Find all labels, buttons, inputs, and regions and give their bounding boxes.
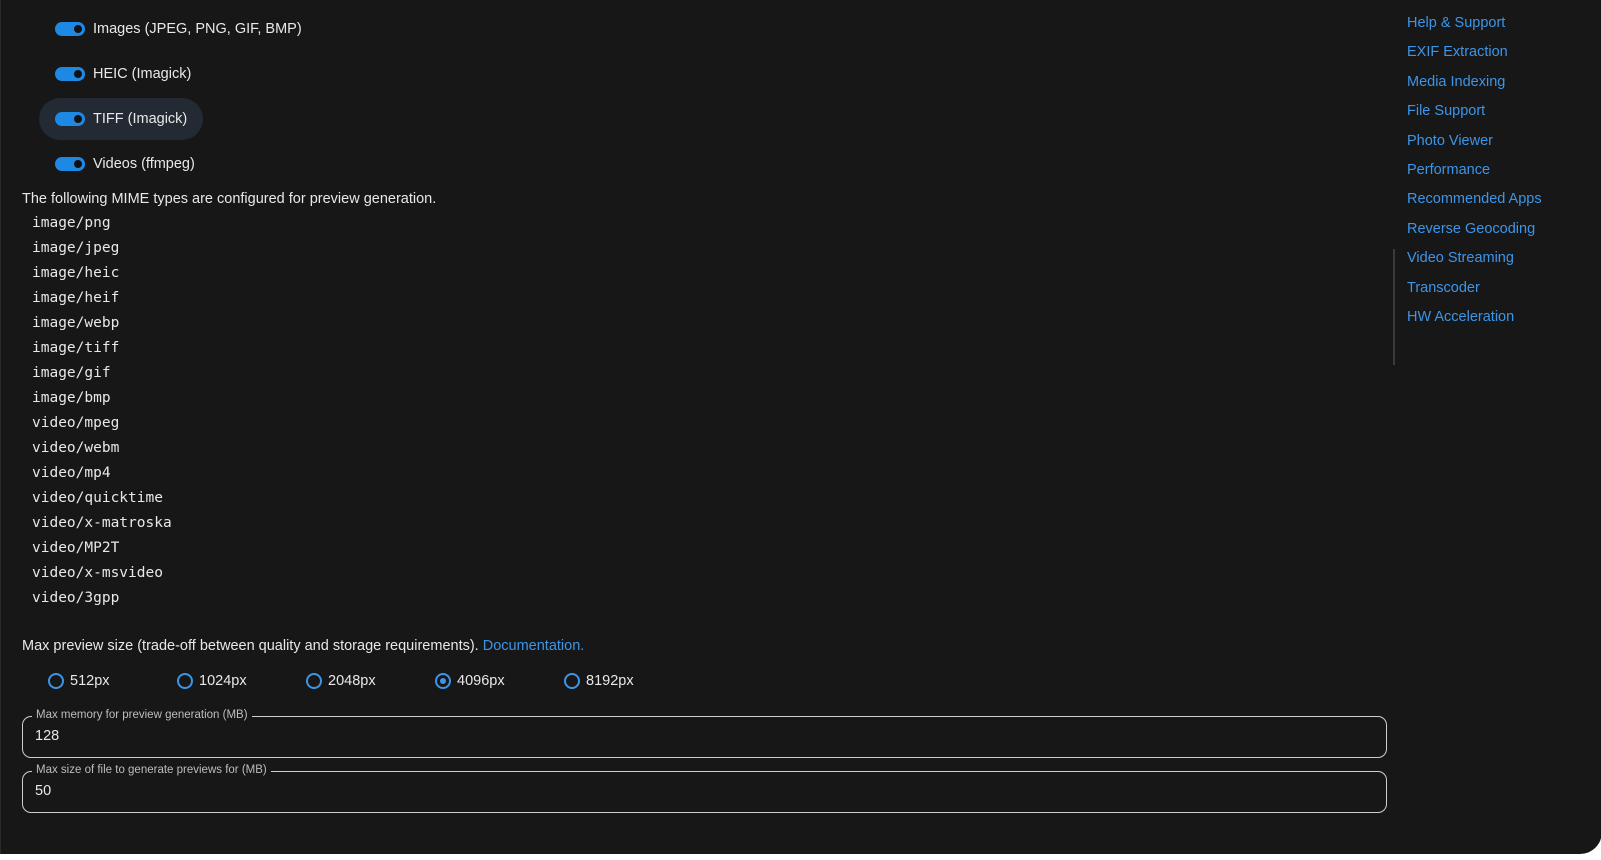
switch-on-icon[interactable] bbox=[55, 22, 85, 36]
list-item: image/heif bbox=[32, 290, 120, 306]
toc-link-photo-viewer[interactable]: Photo Viewer bbox=[1407, 127, 1593, 156]
toggle-images[interactable]: Images (JPEG, PNG, GIF, BMP) bbox=[39, 8, 318, 50]
toc-link-media-indexing[interactable]: Media Indexing bbox=[1407, 68, 1593, 97]
radio-unchecked-icon[interactable] bbox=[48, 673, 64, 689]
toggle-label: Videos (ffmpeg) bbox=[93, 156, 195, 172]
radio-label: 2048px bbox=[328, 673, 376, 689]
list-item: image/heic bbox=[32, 265, 120, 281]
toc-link-recommended-apps[interactable]: Recommended Apps bbox=[1407, 185, 1593, 214]
toc-link-exif-extraction[interactable]: EXIF Extraction bbox=[1407, 38, 1593, 67]
preview-size-text: Max preview size (trade-off between qual… bbox=[22, 638, 479, 654]
toc-link-help-support[interactable]: Help & Support bbox=[1407, 9, 1593, 38]
list-item: video/x-msvideo bbox=[32, 565, 163, 581]
toc-link-hw-acceleration[interactable]: HW Acceleration bbox=[1407, 303, 1593, 332]
toggle-label: HEIC (Imagick) bbox=[93, 66, 192, 82]
list-item: video/webm bbox=[32, 440, 120, 456]
toggle-tiff[interactable]: TIFF (Imagick) bbox=[39, 98, 204, 140]
max-memory-field: Max memory for preview generation (MB) bbox=[22, 709, 1387, 758]
list-item: image/bmp bbox=[32, 390, 111, 406]
list-item: video/3gpp bbox=[32, 590, 120, 606]
mime-type-list: image/png image/jpeg image/heic image/he… bbox=[32, 213, 172, 613]
radio-label: 8192px bbox=[586, 673, 634, 689]
radio-unchecked-icon[interactable] bbox=[564, 673, 580, 689]
table-of-contents: Help & Support EXIF Extraction Media Ind… bbox=[1393, 9, 1593, 365]
field-label: Max memory for preview generation (MB) bbox=[32, 709, 252, 721]
radio-unchecked-icon[interactable] bbox=[306, 673, 322, 689]
documentation-link[interactable]: Documentation. bbox=[483, 638, 585, 654]
radio-unchecked-icon[interactable] bbox=[177, 673, 193, 689]
switch-on-icon[interactable] bbox=[55, 67, 85, 81]
switch-on-icon[interactable] bbox=[55, 112, 85, 126]
max-file-size-input[interactable] bbox=[35, 783, 1335, 799]
field-label: Max size of file to generate previews fo… bbox=[32, 764, 271, 776]
toc-link-file-support[interactable]: File Support bbox=[1407, 97, 1593, 126]
list-item: image/webp bbox=[32, 315, 120, 331]
list-item: video/mp4 bbox=[32, 465, 111, 481]
radio-1024px[interactable]: 1024px bbox=[177, 673, 306, 689]
toc-link-performance[interactable]: Performance bbox=[1407, 156, 1593, 185]
radio-label: 4096px bbox=[457, 673, 505, 689]
list-item: video/mpeg bbox=[32, 415, 120, 431]
radio-8192px[interactable]: 8192px bbox=[564, 673, 693, 689]
toc-link-reverse-geocoding[interactable]: Reverse Geocoding bbox=[1407, 215, 1593, 244]
toggle-label: TIFF (Imagick) bbox=[93, 111, 188, 127]
file-support-section: Images (JPEG, PNG, GIF, BMP) HEIC (Imagi… bbox=[1, 0, 1421, 854]
radio-checked-icon[interactable] bbox=[435, 673, 451, 689]
toc-link-transcoder[interactable]: Transcoder bbox=[1407, 274, 1593, 303]
preview-size-description: Max preview size (trade-off between qual… bbox=[22, 638, 584, 654]
radio-2048px[interactable]: 2048px bbox=[306, 673, 435, 689]
list-item: image/png bbox=[32, 215, 111, 231]
list-item: image/tiff bbox=[32, 340, 120, 356]
toggle-videos[interactable]: Videos (ffmpeg) bbox=[39, 143, 211, 185]
mime-description: The following MIME types are configured … bbox=[22, 191, 437, 207]
radio-label: 512px bbox=[70, 673, 110, 689]
max-memory-input[interactable] bbox=[35, 728, 1335, 744]
toc-active-indicator bbox=[1393, 249, 1395, 365]
radio-label: 1024px bbox=[199, 673, 247, 689]
list-item: video/MP2T bbox=[32, 540, 120, 556]
list-item: image/jpeg bbox=[32, 240, 120, 256]
list-item: video/quicktime bbox=[32, 490, 163, 506]
list-item: image/gif bbox=[32, 365, 111, 381]
radio-4096px[interactable]: 4096px bbox=[435, 673, 564, 689]
preview-size-radio-group: 512px 1024px 2048px 4096px 8192px bbox=[48, 669, 693, 693]
list-item: video/x-matroska bbox=[32, 515, 172, 531]
switch-on-icon[interactable] bbox=[55, 157, 85, 171]
toggle-heic[interactable]: HEIC (Imagick) bbox=[39, 53, 207, 95]
toggle-label: Images (JPEG, PNG, GIF, BMP) bbox=[93, 21, 302, 37]
radio-512px[interactable]: 512px bbox=[48, 673, 177, 689]
max-file-size-field: Max size of file to generate previews fo… bbox=[22, 764, 1387, 813]
toc-link-video-streaming[interactable]: Video Streaming bbox=[1407, 244, 1593, 273]
settings-page: Images (JPEG, PNG, GIF, BMP) HEIC (Imagi… bbox=[0, 0, 1601, 854]
